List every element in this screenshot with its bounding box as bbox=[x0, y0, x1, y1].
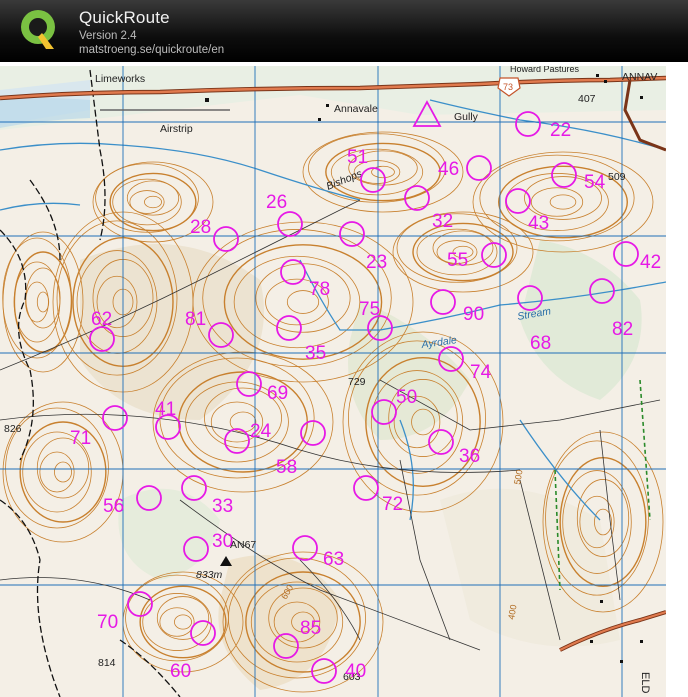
label-826: 826 bbox=[4, 423, 22, 435]
control-number-58: 58 bbox=[276, 457, 297, 478]
label-road-73: 73 bbox=[503, 82, 513, 92]
control-number-78: 78 bbox=[309, 279, 330, 300]
label-an67: AN67 bbox=[230, 539, 256, 551]
control-number-36: 36 bbox=[459, 446, 480, 467]
control-number-74: 74 bbox=[470, 362, 492, 383]
label-gully: Gully bbox=[454, 111, 479, 123]
app-version: Version 2.4 bbox=[79, 30, 137, 42]
control-number-32: 32 bbox=[432, 211, 453, 232]
control-number-26: 26 bbox=[266, 192, 287, 213]
control-number-23: 23 bbox=[366, 252, 387, 273]
control-number-35: 35 bbox=[305, 343, 326, 364]
quickroute-logo bbox=[21, 10, 55, 49]
control-number-60: 60 bbox=[170, 661, 191, 682]
title-bar: QuickRoute Version 2.4 matstroeng.se/qui… bbox=[0, 0, 688, 62]
label-509: 509 bbox=[608, 171, 626, 183]
control-number-82: 82 bbox=[612, 319, 633, 340]
control-number-68: 68 bbox=[530, 333, 551, 354]
control-number-30: 30 bbox=[212, 531, 233, 552]
control-number-41: 41 bbox=[155, 399, 176, 420]
label-annav: ANNAV bbox=[622, 71, 657, 83]
control-number-69: 69 bbox=[267, 383, 288, 404]
control-number-70: 70 bbox=[97, 612, 118, 633]
control-number-33: 33 bbox=[212, 496, 233, 517]
label-howard-pastures: Howard Pastures bbox=[510, 66, 580, 74]
control-number-40: 40 bbox=[345, 661, 366, 682]
label-407: 407 bbox=[578, 93, 596, 105]
control-number-54: 54 bbox=[584, 172, 606, 193]
control-number-72: 72 bbox=[382, 494, 403, 515]
control-number-63: 63 bbox=[323, 549, 344, 570]
control-number-24: 24 bbox=[250, 421, 272, 442]
control-number-46: 46 bbox=[438, 159, 459, 180]
label-833m: 833m bbox=[196, 569, 223, 581]
app-url: matstroeng.se/quickroute/en bbox=[79, 44, 225, 56]
orienteering-map: Limeworks Airstrip Annavale ANNAV Howard… bbox=[0, 66, 666, 697]
app-title: QuickRoute bbox=[79, 8, 170, 27]
control-number-75: 75 bbox=[359, 299, 380, 320]
label-limeworks: Limeworks bbox=[95, 73, 145, 85]
map-edge bbox=[666, 66, 688, 697]
control-number-90: 90 bbox=[463, 304, 484, 325]
control-number-71: 71 bbox=[70, 428, 91, 449]
control-number-51: 51 bbox=[347, 147, 368, 168]
control-number-62: 62 bbox=[91, 309, 112, 330]
control-number-28: 28 bbox=[190, 217, 211, 238]
control-number-55: 55 bbox=[447, 250, 468, 271]
control-number-56: 56 bbox=[103, 496, 124, 517]
label-airstrip: Airstrip bbox=[160, 123, 193, 135]
control-number-81: 81 bbox=[185, 309, 206, 330]
control-number-43: 43 bbox=[528, 213, 549, 234]
label-729: 729 bbox=[348, 376, 366, 388]
control-number-22: 22 bbox=[550, 120, 571, 141]
label-814: 814 bbox=[98, 657, 116, 669]
label-annavale: Annavale bbox=[334, 103, 378, 115]
control-number-42: 42 bbox=[640, 252, 661, 273]
control-number-50: 50 bbox=[396, 387, 417, 408]
label-eld: ELD bbox=[639, 672, 651, 693]
control-number-85: 85 bbox=[300, 618, 321, 639]
